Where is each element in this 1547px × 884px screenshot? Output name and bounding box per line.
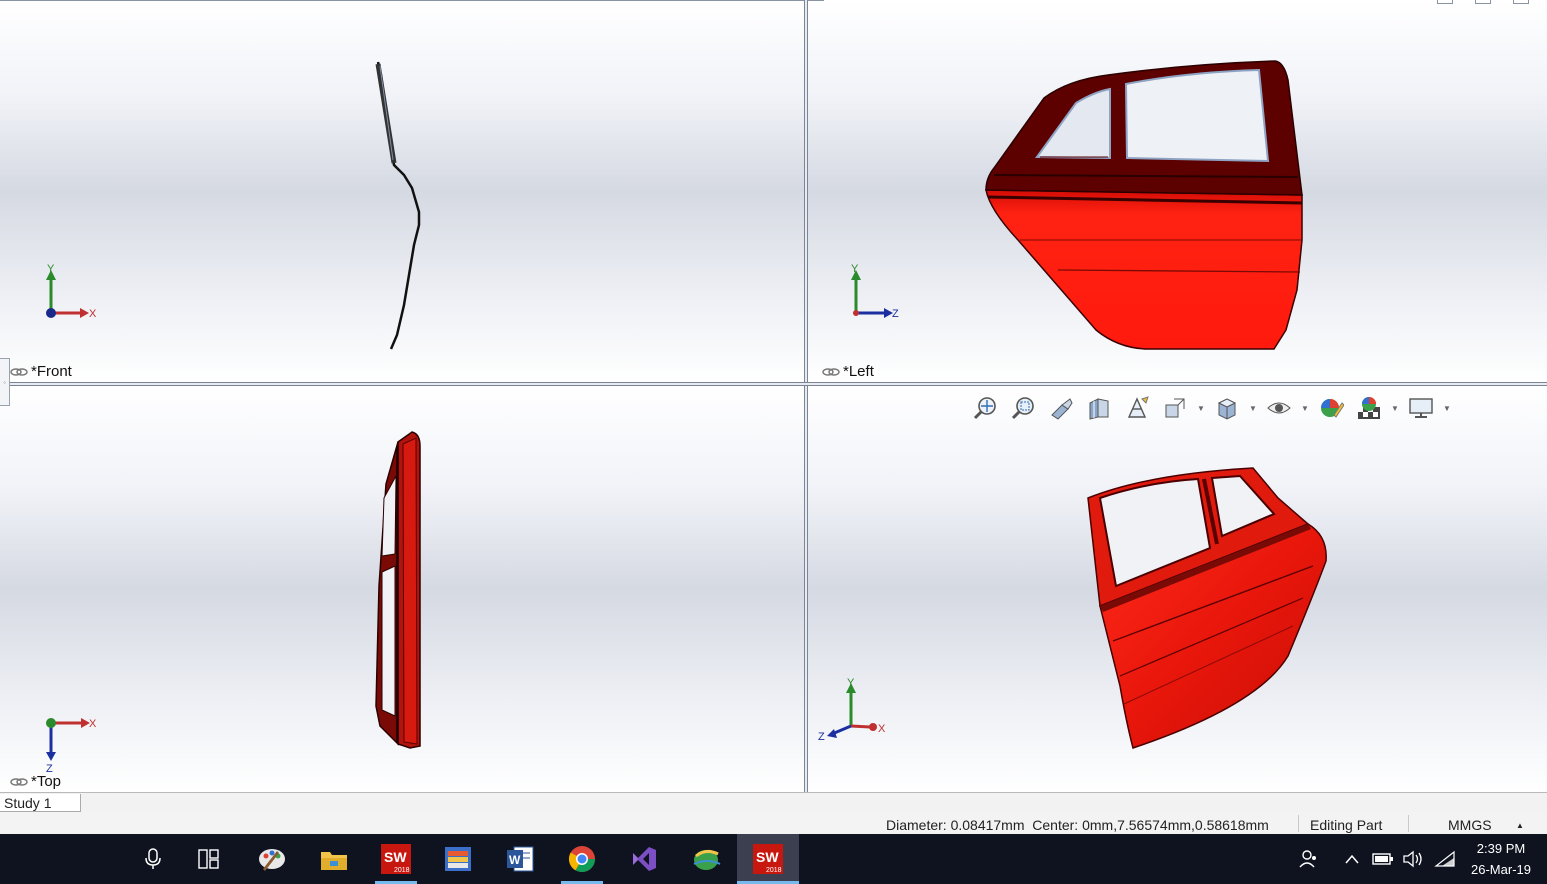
view-name-front: *Front	[31, 363, 72, 380]
triad-top: X Z	[46, 718, 97, 775]
show-hidden-icons-icon[interactable]	[1340, 834, 1364, 884]
view-label-left: *Left	[822, 363, 874, 380]
isometric-viewport[interactable]: ▼ ▼ ▼ ▼ ▼ Y X Z	[808, 386, 1547, 792]
view-name-top: *Top	[31, 773, 62, 790]
svg-text:W: W	[509, 853, 521, 867]
unit-system-selector[interactable]: MMGS	[1448, 817, 1492, 833]
triad-front: Y X	[46, 263, 97, 320]
top-viewport[interactable]: X Z *Top	[0, 386, 804, 792]
svg-text:Z: Z	[892, 308, 899, 320]
left-viewport[interactable]: Y Z *Left	[808, 0, 1547, 382]
viewport-top-border	[0, 0, 824, 1]
battery-icon[interactable]	[1370, 834, 1396, 884]
unit-system-arrow-icon[interactable]: ▲	[1516, 821, 1524, 830]
file-explorer-icon[interactable]	[303, 834, 365, 884]
triad-isometric: Y X Z	[818, 677, 886, 743]
editing-mode-status: Editing Part	[1310, 817, 1383, 833]
svg-text:Y: Y	[47, 263, 55, 275]
windows-taskbar: SW 2018 W SW 2018 2:39 PM 26-Mar-19	[0, 834, 1547, 884]
link-icon	[10, 367, 28, 376]
status-divider	[1298, 815, 1299, 832]
svg-text:2018: 2018	[766, 867, 782, 874]
front-viewport[interactable]: Y X *Front	[0, 0, 804, 382]
status-bar: Diameter: 0.08417mm Center: 0mm,7.56574m…	[0, 812, 1547, 834]
paint-app-icon[interactable]	[241, 834, 303, 884]
svg-text:X: X	[89, 718, 97, 730]
microphone-icon[interactable]	[122, 834, 184, 884]
svg-text:X: X	[878, 723, 886, 735]
view-name-left: *Left	[843, 363, 874, 380]
vertical-viewport-splitter[interactable]	[804, 0, 808, 792]
link-icon	[822, 367, 840, 376]
svg-text:X: X	[89, 308, 97, 320]
clock-date: 26-Mar-19	[1471, 862, 1531, 877]
measurement-readout: Diameter: 0.08417mm Center: 0mm,7.56574m…	[886, 817, 1269, 833]
solidworks-2018-icon[interactable]: SW 2018	[365, 834, 427, 884]
svg-text:Z: Z	[818, 731, 825, 743]
task-view-icon[interactable]	[178, 834, 240, 884]
word-icon[interactable]: W	[489, 834, 551, 884]
svg-text:SW: SW	[756, 849, 779, 865]
wifi-icon[interactable]	[1432, 834, 1458, 884]
system-clock[interactable]: 2:39 PM 26-Mar-19	[1463, 838, 1539, 880]
books-app-icon[interactable]	[427, 834, 489, 884]
tab-study-1[interactable]: Study 1	[0, 794, 81, 812]
status-divider	[1408, 815, 1409, 832]
study-tabs-bar: Study 1	[0, 792, 1547, 812]
view-label-top: *Top	[10, 773, 61, 790]
chrome-icon[interactable]	[551, 834, 613, 884]
svg-text:Y: Y	[847, 677, 855, 689]
feature-manager-flyout-tab[interactable]: ◦	[0, 358, 10, 406]
visual-studio-icon[interactable]	[613, 834, 675, 884]
globe-app-icon[interactable]	[675, 834, 737, 884]
volume-icon[interactable]	[1400, 834, 1426, 884]
horizontal-viewport-splitter[interactable]	[0, 382, 1547, 386]
clock-time: 2:39 PM	[1476, 841, 1526, 856]
svg-text:Y: Y	[851, 263, 859, 275]
link-icon	[10, 777, 28, 786]
svg-text:2018: 2018	[394, 867, 410, 874]
triad-left: Y Z	[851, 263, 899, 320]
svg-text:SW: SW	[384, 849, 407, 865]
solidworks-2018-active-icon[interactable]: SW 2018	[737, 834, 799, 884]
view-label-front: *Front	[10, 363, 72, 380]
people-icon[interactable]	[1296, 834, 1322, 884]
